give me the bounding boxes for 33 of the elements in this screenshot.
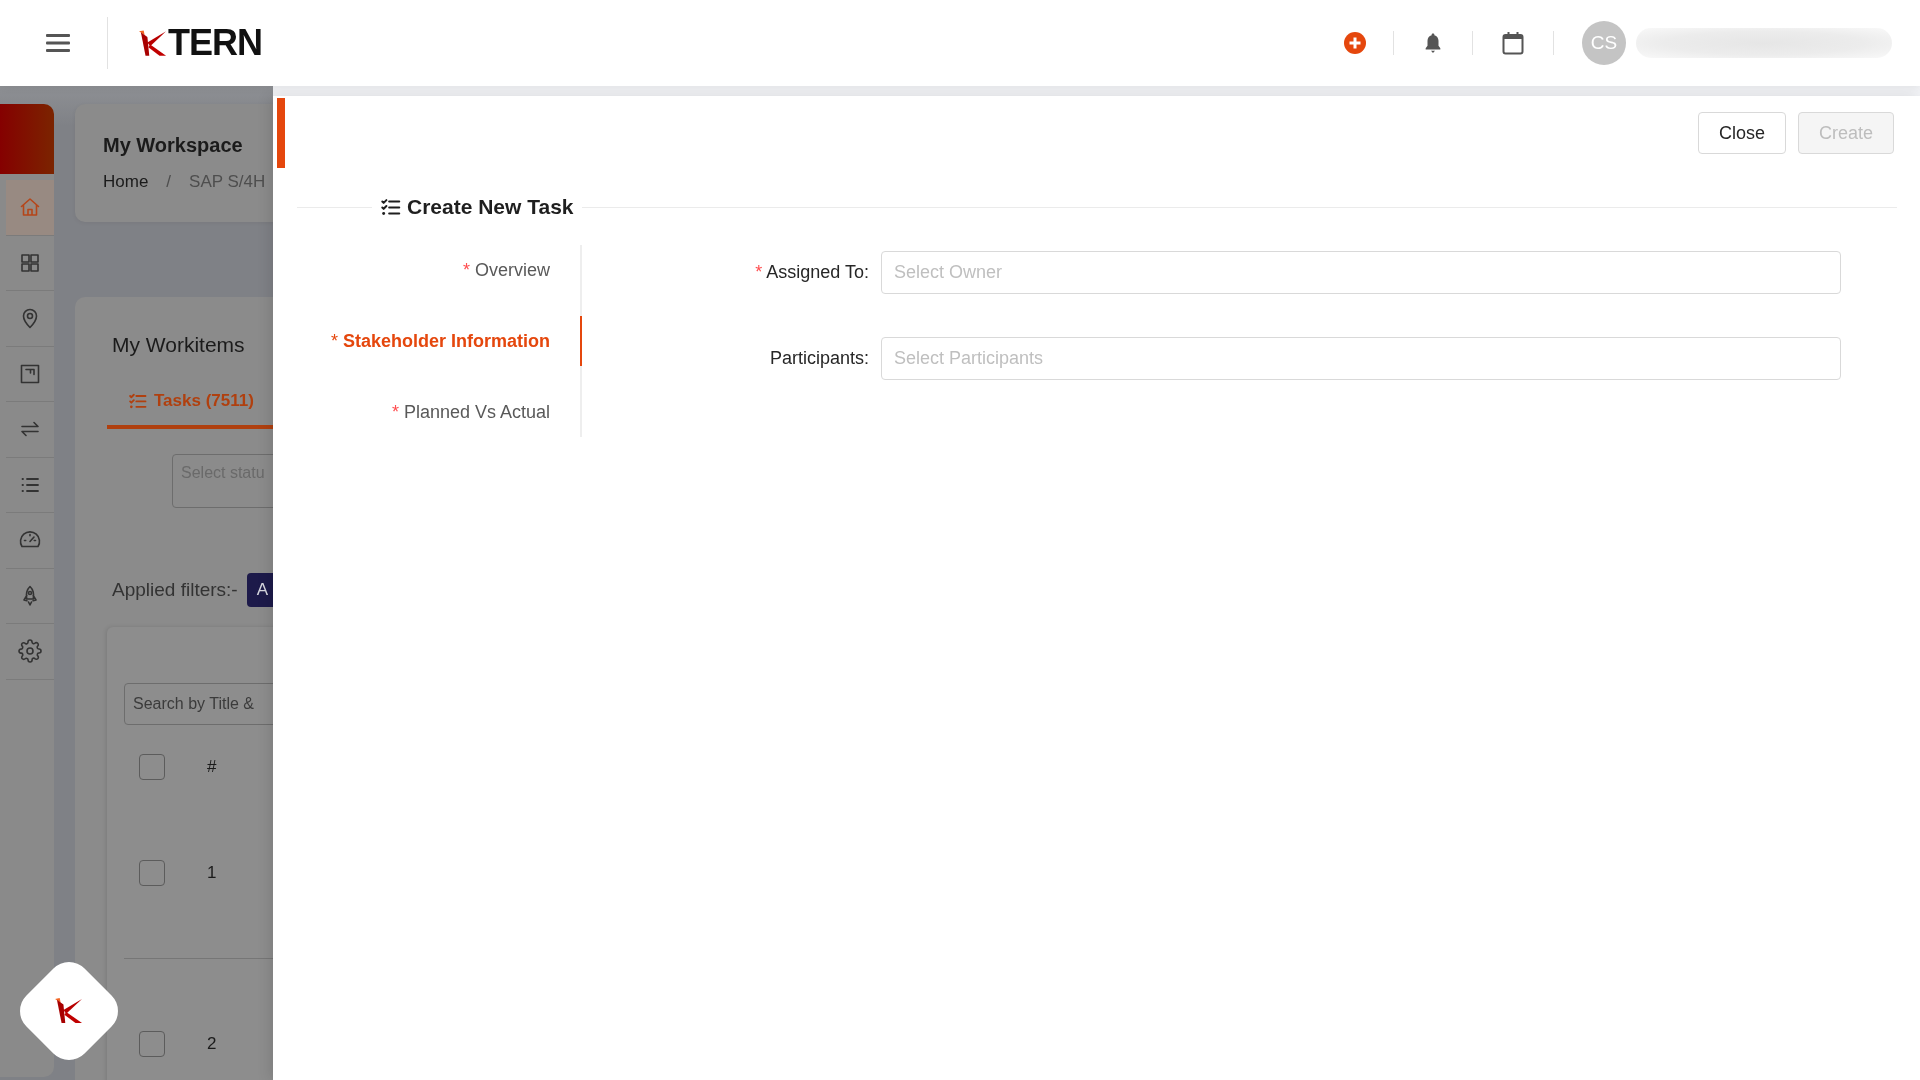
table-cell: 1 xyxy=(207,863,217,883)
filter-tag[interactable]: A xyxy=(246,573,273,607)
step-tab[interactable]: * Stakeholder Information xyxy=(273,316,582,366)
table-cell: 2 xyxy=(207,1034,217,1054)
checklist-icon xyxy=(128,391,148,411)
drawer-title: Create New Task xyxy=(407,195,574,219)
sidebar-header-bar xyxy=(0,104,54,174)
column-header: # xyxy=(207,757,217,777)
step-tab[interactable]: * Planned Vs Actual xyxy=(273,387,582,437)
applied-filters-label: Applied filters:- xyxy=(112,579,238,601)
calendar-icon[interactable] xyxy=(1502,31,1524,55)
step-tab[interactable]: * Overview xyxy=(273,245,582,295)
field-label: Participants: xyxy=(768,348,869,369)
breadcrumb-separator: / xyxy=(166,171,172,193)
search-field[interactable]: Search by Title & xyxy=(124,683,273,725)
breadcrumb-link[interactable]: Home xyxy=(103,170,149,194)
logo-mark-icon[interactable] xyxy=(139,29,167,57)
select-field[interactable]: Select Owner xyxy=(881,251,1841,294)
page-title: My Workspace xyxy=(103,133,244,158)
accent-bar xyxy=(277,98,285,168)
menu-icon[interactable] xyxy=(46,33,70,53)
add-icon[interactable] xyxy=(1344,32,1366,54)
checklist-icon xyxy=(380,196,402,218)
logo-mark-icon xyxy=(55,998,83,1024)
select-field[interactable]: Select Participants xyxy=(881,337,1841,380)
logo-text[interactable]: TERN xyxy=(168,25,262,61)
field-label: * Assigned To: xyxy=(754,262,869,283)
checkbox[interactable] xyxy=(139,1031,165,1057)
settings-icon xyxy=(18,639,42,664)
section-title: My Workitems xyxy=(112,332,246,358)
checkbox[interactable] xyxy=(139,860,165,886)
action-button[interactable]: Close xyxy=(1697,112,1786,154)
checkbox[interactable] xyxy=(139,754,165,780)
